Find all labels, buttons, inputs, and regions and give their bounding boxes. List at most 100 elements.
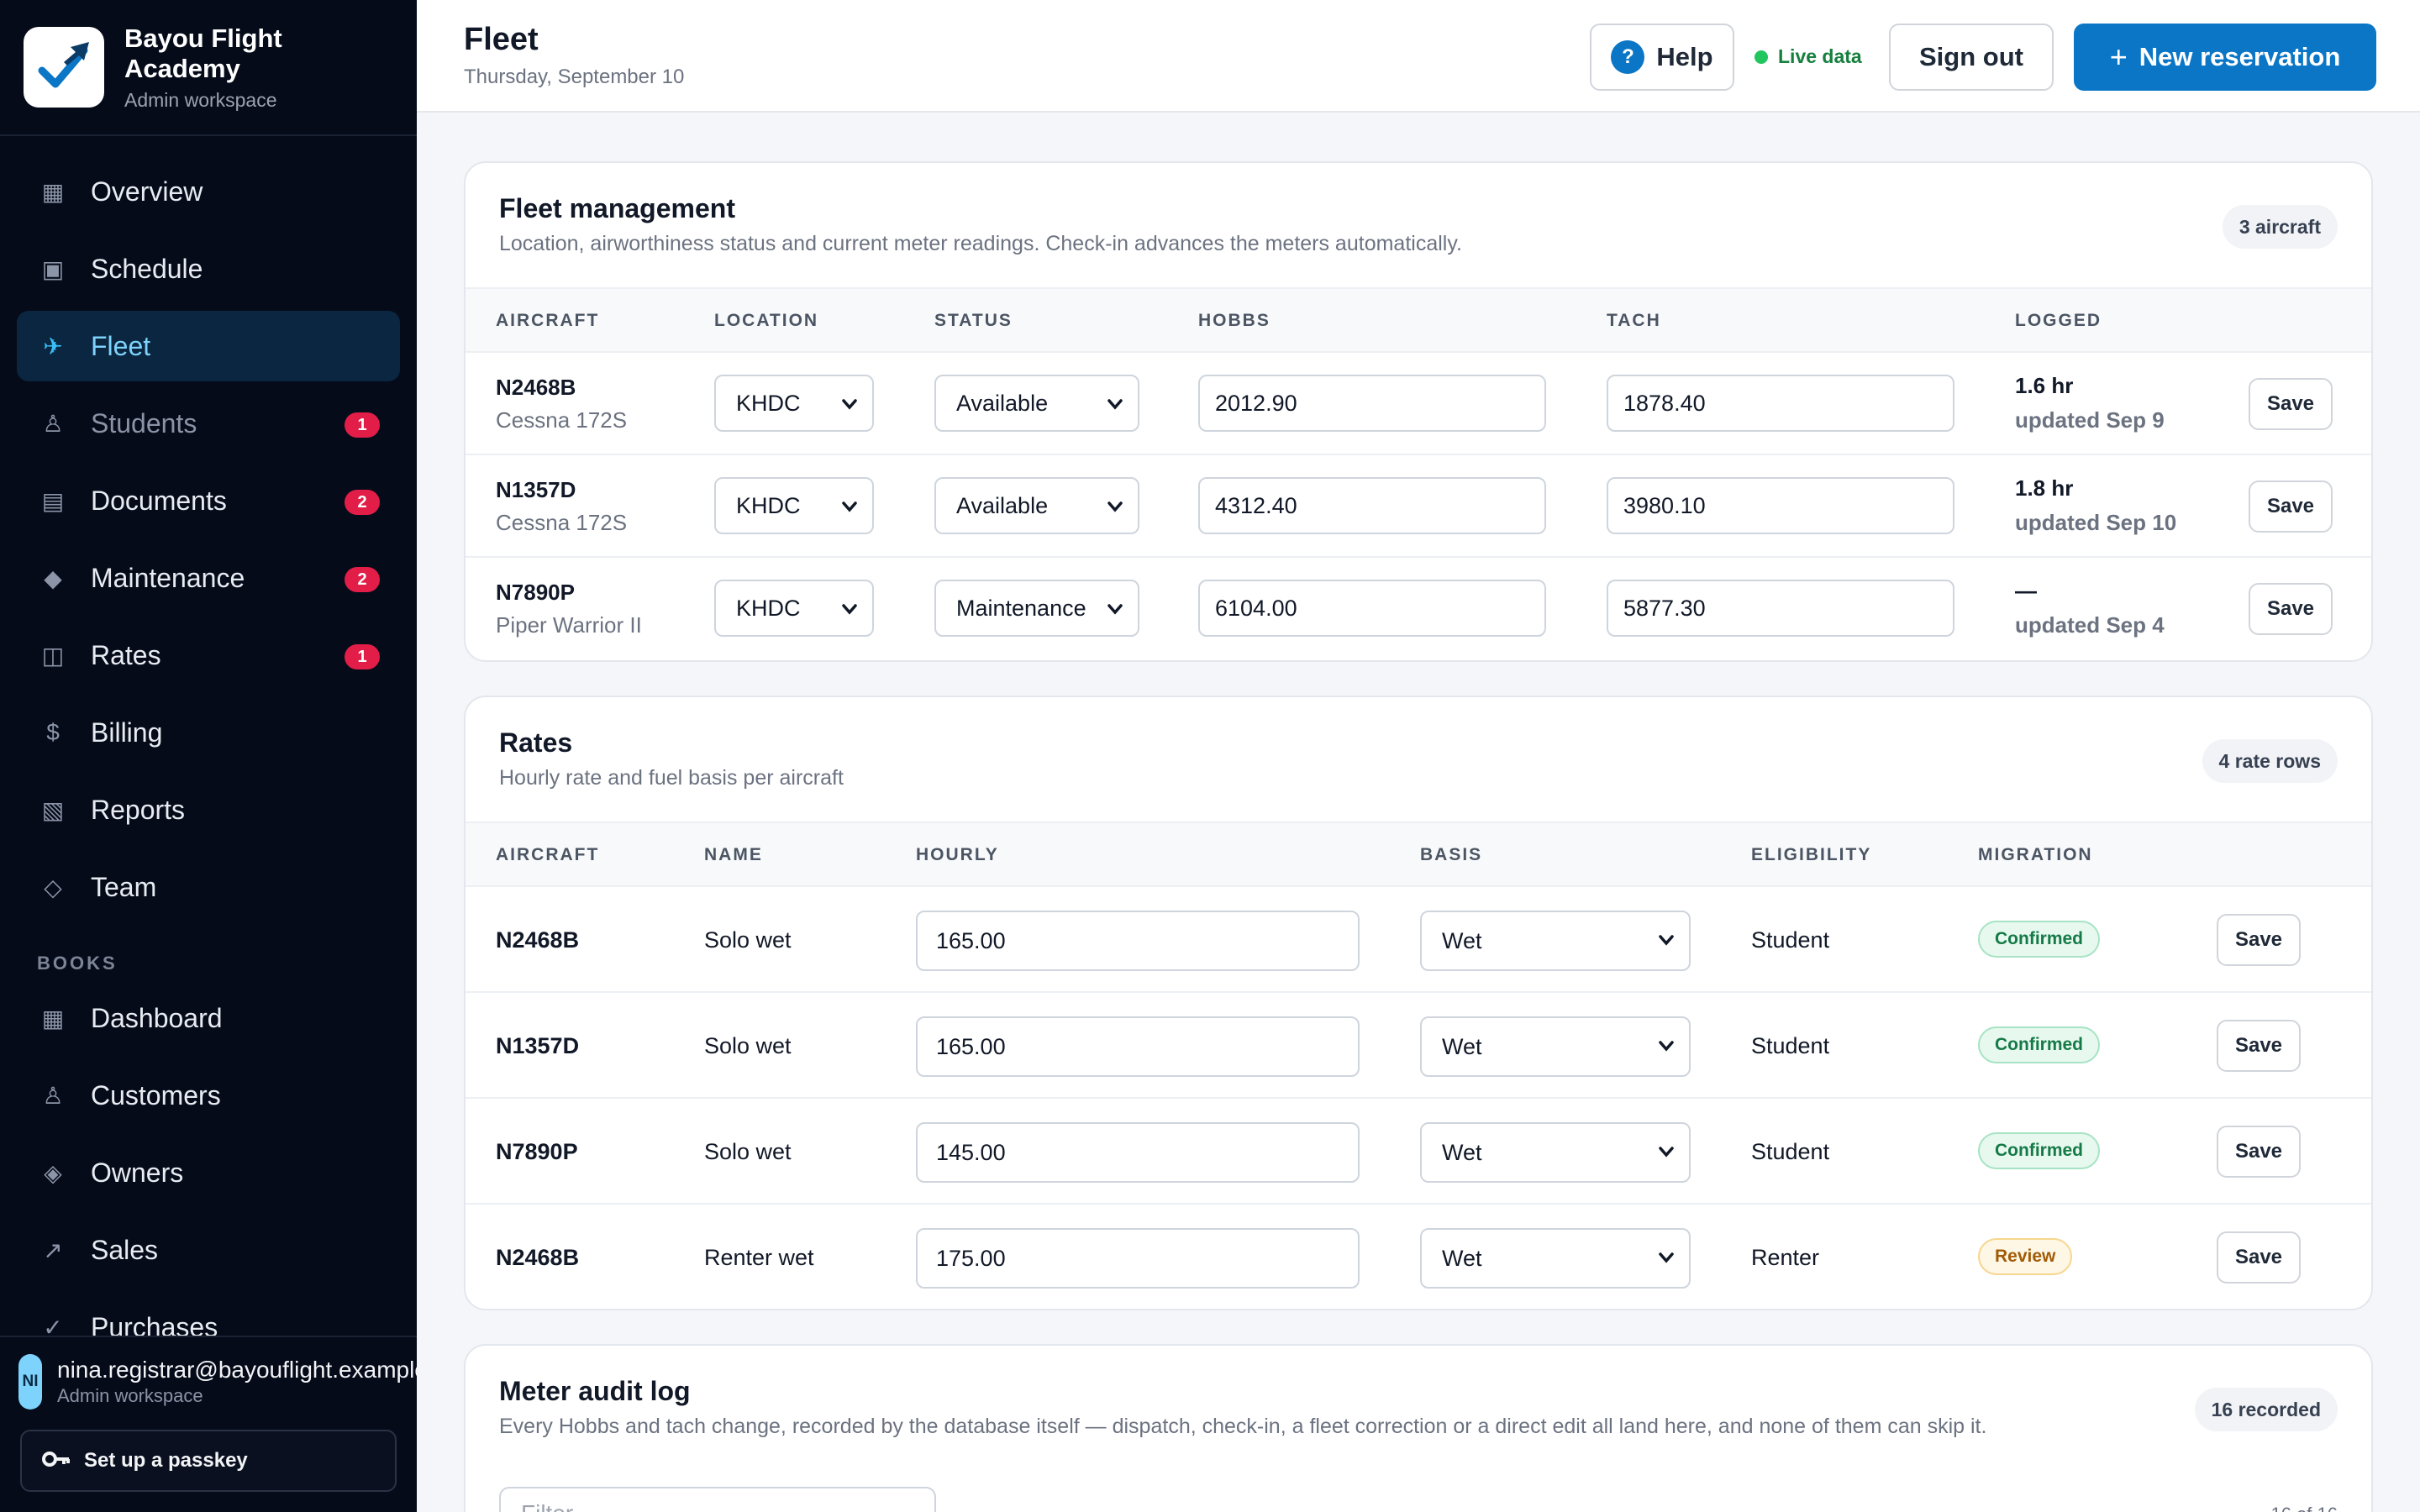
- hobbs-input[interactable]: 4312.40: [1198, 477, 1546, 534]
- aircraft-model: Piper Warrior II: [496, 612, 642, 638]
- chevron-down-icon: [1107, 501, 1123, 512]
- help-button[interactable]: ? Help: [1590, 24, 1734, 91]
- col-hourly: HOURLY: [916, 845, 999, 864]
- sign-out-button[interactable]: Sign out: [1889, 24, 2054, 91]
- sidebar-item-team[interactable]: ◇ Team: [17, 852, 400, 922]
- document-icon: ▤: [41, 487, 65, 514]
- dashboard-icon: ▦: [41, 1005, 65, 1032]
- status-select[interactable]: Available: [934, 477, 1139, 534]
- sidebar-item-overview[interactable]: ▦ Overview: [17, 156, 400, 227]
- key-icon: [42, 1451, 71, 1472]
- save-button[interactable]: Save: [2217, 914, 2301, 966]
- sidebar-item-label: Rates: [91, 639, 161, 670]
- sidebar-item-billing[interactable]: $ Billing: [17, 697, 400, 768]
- hourly-rate-input[interactable]: 165.00: [916, 911, 1360, 971]
- sidebar-item-schedule[interactable]: ▣ Schedule: [17, 234, 400, 304]
- save-button[interactable]: Save: [2249, 583, 2333, 635]
- migration-status-badge: Review: [1978, 1238, 2073, 1275]
- user-profile[interactable]: NI nina.registrar@bayouflight.example Ad…: [0, 1337, 417, 1410]
- audit-subtitle: Every Hobbs and tach change, recorded by…: [499, 1415, 1987, 1438]
- rate-name: Solo wet: [704, 1033, 792, 1058]
- rate-aircraft: N1357D: [496, 1033, 580, 1058]
- help-label: Help: [1656, 42, 1713, 71]
- migration-status-badge: Confirmed: [1978, 1132, 2100, 1169]
- save-button[interactable]: Save: [2217, 1020, 2301, 1072]
- status-select[interactable]: Available: [934, 375, 1139, 432]
- sidebar-item-rates[interactable]: ◫ Rates 1: [17, 620, 400, 690]
- sidebar-item-dashboard[interactable]: ▦ Dashboard: [17, 983, 400, 1053]
- location-select[interactable]: KHDC: [714, 375, 874, 432]
- save-button[interactable]: Save: [2217, 1126, 2301, 1178]
- page-title: Fleet: [464, 22, 539, 57]
- tach-input[interactable]: 1878.40: [1607, 375, 1954, 432]
- basis-select[interactable]: Wet: [1420, 911, 1691, 971]
- audit-filter-input[interactable]: Filter: [499, 1487, 936, 1512]
- sidebar-item-students[interactable]: ♙ Students 1: [17, 388, 400, 459]
- sidebar-item-label: Documents: [91, 485, 227, 516]
- logged-hours: 1.8 hr: [2015, 475, 2074, 501]
- save-button[interactable]: Save: [2249, 480, 2333, 533]
- hourly-rate-input[interactable]: 145.00: [916, 1122, 1360, 1183]
- chevron-down-icon: [1107, 604, 1123, 615]
- hobbs-input[interactable]: 6104.00: [1198, 580, 1546, 637]
- col-basis: BASIS: [1420, 845, 1483, 864]
- main-nav: ▦ Overview ▣ Schedule ✈ Fleet ♙ Students 1 ▤ Docum…: [0, 136, 417, 1362]
- chevron-down-icon: [1659, 935, 1674, 946]
- sidebar-item-label: Billing: [91, 717, 163, 748]
- sidebar-item-label: Maintenance: [91, 562, 245, 593]
- last-updated: updated Sep 9: [2015, 407, 2165, 433]
- logged-cell: 1.8 hr updated Sep 10: [2015, 475, 2176, 536]
- audit-shown-count: 16 of 16: [2270, 1504, 2338, 1512]
- hobbs-input[interactable]: 2012.90: [1198, 375, 1546, 432]
- dollar-icon: $: [46, 719, 60, 745]
- save-button[interactable]: Save: [2217, 1231, 2301, 1284]
- setup-passkey-button[interactable]: Set up a passkey: [20, 1430, 397, 1492]
- academy-logo: [24, 27, 104, 108]
- table-row: N7890P Solo wet 145.00 Wet Student Confirmed S…: [466, 1099, 2371, 1205]
- basis-value: Wet: [1442, 1139, 1482, 1165]
- rates-icon: ◫: [41, 642, 65, 669]
- sidebar-item-maintenance[interactable]: ◆ Maintenance 2: [17, 543, 400, 613]
- status-select[interactable]: Maintenance: [934, 580, 1139, 637]
- new-reservation-button[interactable]: + New reservation: [2074, 24, 2376, 91]
- reports-icon: ▧: [41, 796, 65, 823]
- aircraft-model: Cessna 172S: [496, 510, 628, 535]
- sidebar-item-label: Dashboard: [91, 1002, 223, 1033]
- table-row: N2468B Cessna 172S KHDC Available 2012.90 187…: [466, 353, 2371, 455]
- sidebar-item-sales[interactable]: ↗ Sales: [17, 1215, 400, 1285]
- sidebar: Bayou Flight Academy Admin workspace ▦ Ov…: [0, 0, 417, 1512]
- basis-select[interactable]: Wet: [1420, 1016, 1691, 1077]
- fleet-subtitle: Location, airworthiness status and curre…: [499, 232, 1462, 255]
- tach-input[interactable]: 3980.10: [1607, 477, 1954, 534]
- sidebar-item-documents[interactable]: ▤ Documents 2: [17, 465, 400, 536]
- chevron-down-icon: [1107, 399, 1123, 410]
- hourly-rate-input[interactable]: 175.00: [916, 1228, 1360, 1289]
- tach-input[interactable]: 5877.30: [1607, 580, 1954, 637]
- logged-hours: 1.6 hr: [2015, 373, 2074, 398]
- sidebar-item-customers[interactable]: ♙ Customers: [17, 1060, 400, 1131]
- basis-select[interactable]: Wet: [1420, 1122, 1691, 1183]
- new-reservation-label: New reservation: [2139, 42, 2341, 71]
- location-value: KHDC: [736, 492, 801, 518]
- location-select[interactable]: KHDC: [714, 477, 874, 534]
- last-updated: updated Sep 4: [2015, 612, 2165, 638]
- save-button[interactable]: Save: [2249, 378, 2333, 430]
- hourly-rate-input[interactable]: 165.00: [916, 1016, 1360, 1077]
- basis-select[interactable]: Wet: [1420, 1228, 1691, 1289]
- aircraft-model: Cessna 172S: [496, 407, 628, 433]
- location-select[interactable]: KHDC: [714, 580, 874, 637]
- eligibility: Student: [1751, 1033, 1830, 1058]
- sidebar-item-label: Schedule: [91, 253, 203, 284]
- rate-aircraft: N7890P: [496, 1139, 578, 1164]
- table-row: N1357D Cessna 172S KHDC Available 4312.40 398…: [466, 455, 2371, 558]
- tail-number: N2468B: [496, 375, 576, 400]
- logged-hours: —: [2015, 578, 2037, 603]
- audit-count-badge: 16 recorded: [2194, 1388, 2338, 1431]
- rates-table-header: AIRCRAFT NAME HOURLY BASIS ELIGIBILITY M…: [466, 822, 2371, 887]
- rate-aircraft: N2468B: [496, 1245, 580, 1270]
- sidebar-item-reports[interactable]: ▧ Reports: [17, 774, 400, 845]
- sidebar-item-fleet[interactable]: ✈ Fleet: [17, 311, 400, 381]
- sidebar-item-owners[interactable]: ◈ Owners: [17, 1137, 400, 1208]
- migration-status-badge: Confirmed: [1978, 921, 2100, 958]
- fleet-management-card: Fleet management Location, airworthiness…: [464, 161, 2373, 662]
